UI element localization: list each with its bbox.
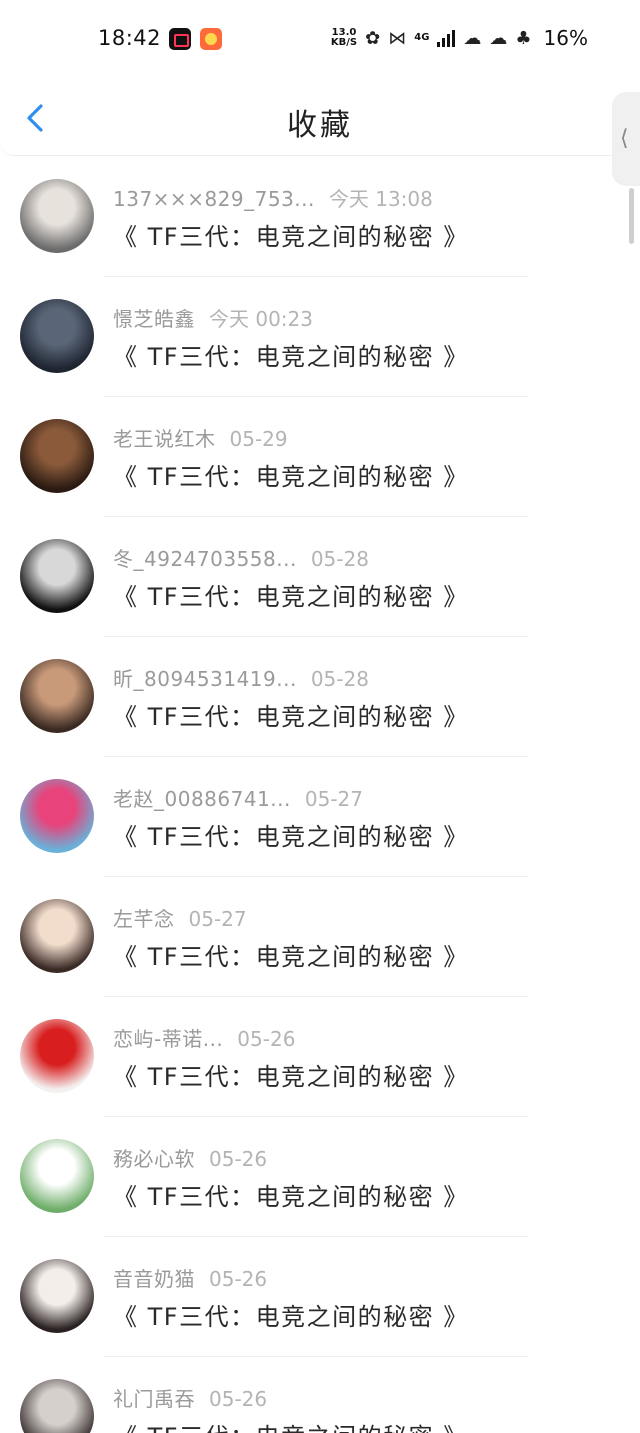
timestamp: 今天 13:08 <box>328 187 433 211</box>
page-title: 收藏 <box>287 108 353 143</box>
favorite-item[interactable]: 憬芝皓鑫 今天 00:23 《 TF三代：电竞之间的秘密 》 <box>0 277 640 397</box>
network-type: 4G <box>414 32 430 43</box>
avatar[interactable] <box>20 1019 94 1093</box>
work-title[interactable]: 《 TF三代：电竞之间的秘密 》 <box>113 1297 469 1332</box>
wifi-icon: ☁ <box>463 27 482 49</box>
battery-percent: 16% <box>543 26 588 50</box>
work-title[interactable]: 《 TF三代：电竞之间的秘密 》 <box>113 577 469 612</box>
timestamp: 05-28 <box>310 667 369 691</box>
timestamp: 05-26 <box>209 1147 268 1171</box>
favorite-item[interactable]: 老赵_00886741... 05-27 《 TF三代：电竞之间的秘密 》 <box>0 757 640 877</box>
username[interactable]: 恋屿-蒂诺... <box>113 1027 223 1051</box>
avatar[interactable] <box>20 419 94 493</box>
avatar[interactable] <box>20 1379 94 1433</box>
avatar[interactable] <box>20 539 94 613</box>
username[interactable]: 冬_4924703558... <box>113 547 297 571</box>
bow-icon: ⋈ <box>388 27 407 49</box>
sticker-icon: ♣ <box>515 27 532 49</box>
network-speed-unit: KB/S <box>330 37 358 48</box>
network-speed: 13.0 KB/S <box>331 28 357 48</box>
username[interactable]: 老王说红木 <box>113 427 216 451</box>
work-title[interactable]: 《 TF三代：电竞之间的秘密 》 <box>113 697 469 732</box>
notification-icon: ✿ <box>365 27 381 49</box>
avatar[interactable] <box>20 1259 94 1333</box>
work-title[interactable]: 《 TF三代：电竞之间的秘密 》 <box>113 1057 469 1092</box>
avatar[interactable] <box>20 299 94 373</box>
username[interactable]: 礼门禹吞 <box>113 1387 195 1411</box>
username[interactable]: 務必心软 <box>113 1147 195 1171</box>
status-bar: 18:42 13.0 KB/S ✿ ⋈ 4G ☁ ☁ ♣ 16% <box>0 0 640 80</box>
username[interactable]: 137×××829_753... <box>113 187 315 211</box>
username[interactable]: 左芊念 <box>113 907 175 931</box>
video-app-icon <box>169 28 191 50</box>
item-meta: 務必心软 05-26 <box>113 1143 267 1172</box>
avatar[interactable] <box>20 1139 94 1213</box>
username[interactable]: 老赵_00886741... <box>113 787 291 811</box>
item-meta: 左芊念 05-27 <box>113 903 247 932</box>
username[interactable]: 音音奶猫 <box>113 1267 195 1291</box>
favorite-item[interactable]: 恋屿-蒂诺... 05-26 《 TF三代：电竞之间的秘密 》 <box>0 997 640 1117</box>
favorite-item[interactable]: 老王说红木 05-29 《 TF三代：电竞之间的秘密 》 <box>0 397 640 517</box>
favorite-item[interactable]: 音音奶猫 05-26 《 TF三代：电竞之间的秘密 》 <box>0 1237 640 1357</box>
favorite-item[interactable]: 務必心软 05-26 《 TF三代：电竞之间的秘密 》 <box>0 1117 640 1237</box>
item-meta: 礼门禹吞 05-26 <box>113 1383 267 1412</box>
favorites-list: 137×××829_753... 今天 13:08 《 TF三代：电竞之间的秘密 》… <box>0 157 640 1433</box>
timestamp: 今天 00:23 <box>209 307 313 331</box>
status-indicators: 13.0 KB/S ✿ ⋈ 4G ☁ ☁ ♣ 16% <box>331 26 588 50</box>
item-meta: 音音奶猫 05-26 <box>113 1263 267 1292</box>
avatar[interactable] <box>20 659 94 733</box>
avatar[interactable] <box>20 899 94 973</box>
timestamp: 05-26 <box>209 1387 268 1411</box>
avatar[interactable] <box>20 179 94 253</box>
favorite-item[interactable]: 冬_4924703558... 05-28 《 TF三代：电竞之间的秘密 》 <box>0 517 640 637</box>
side-handle-chevron-icon: ⟨ <box>620 126 629 151</box>
work-title[interactable]: 《 TF三代：电竞之间的秘密 》 <box>113 1177 469 1212</box>
timestamp: 05-29 <box>229 427 288 451</box>
work-title[interactable]: 《 TF三代：电竞之间的秘密 》 <box>113 337 469 372</box>
cloud-icon: ☁ <box>489 27 508 49</box>
favorite-item[interactable]: 礼门禹吞 05-26 《 TF三代：电竞之间的秘密 》 <box>0 1357 640 1433</box>
timestamp: 05-28 <box>310 547 369 571</box>
favorite-item[interactable]: 137×××829_753... 今天 13:08 《 TF三代：电竞之间的秘密 》 <box>0 157 640 277</box>
favorite-item[interactable]: 左芊念 05-27 《 TF三代：电竞之间的秘密 》 <box>0 877 640 997</box>
item-meta: 老王说红木 05-29 <box>113 423 288 452</box>
timestamp: 05-27 <box>188 907 247 931</box>
timestamp: 05-26 <box>209 1267 268 1291</box>
work-title[interactable]: 《 TF三代：电竞之间的秘密 》 <box>113 1417 469 1433</box>
item-meta: 137×××829_753... 今天 13:08 <box>113 183 433 212</box>
work-title[interactable]: 《 TF三代：电竞之间的秘密 》 <box>113 937 469 972</box>
work-title[interactable]: 《 TF三代：电竞之间的秘密 》 <box>113 457 469 492</box>
timestamp: 05-26 <box>237 1027 296 1051</box>
item-meta: 昕_8094531419... 05-28 <box>113 663 369 692</box>
username[interactable]: 昕_8094531419... <box>113 667 297 691</box>
timestamp: 05-27 <box>304 787 363 811</box>
shopping-app-icon <box>200 28 222 50</box>
work-title[interactable]: 《 TF三代：电竞之间的秘密 》 <box>113 217 469 252</box>
work-title[interactable]: 《 TF三代：电竞之间的秘密 》 <box>113 817 469 852</box>
nav-bar: 收藏 <box>0 80 640 156</box>
favorite-item[interactable]: 昕_8094531419... 05-28 《 TF三代：电竞之间的秘密 》 <box>0 637 640 757</box>
status-time: 18:42 <box>98 26 162 50</box>
signal-icon <box>437 29 456 47</box>
item-meta: 冬_4924703558... 05-28 <box>113 543 369 572</box>
item-meta: 老赵_00886741... 05-27 <box>113 783 363 812</box>
avatar[interactable] <box>20 779 94 853</box>
item-meta: 憬芝皓鑫 今天 00:23 <box>113 303 313 332</box>
item-meta: 恋屿-蒂诺... 05-26 <box>113 1023 295 1052</box>
username[interactable]: 憬芝皓鑫 <box>113 307 195 331</box>
